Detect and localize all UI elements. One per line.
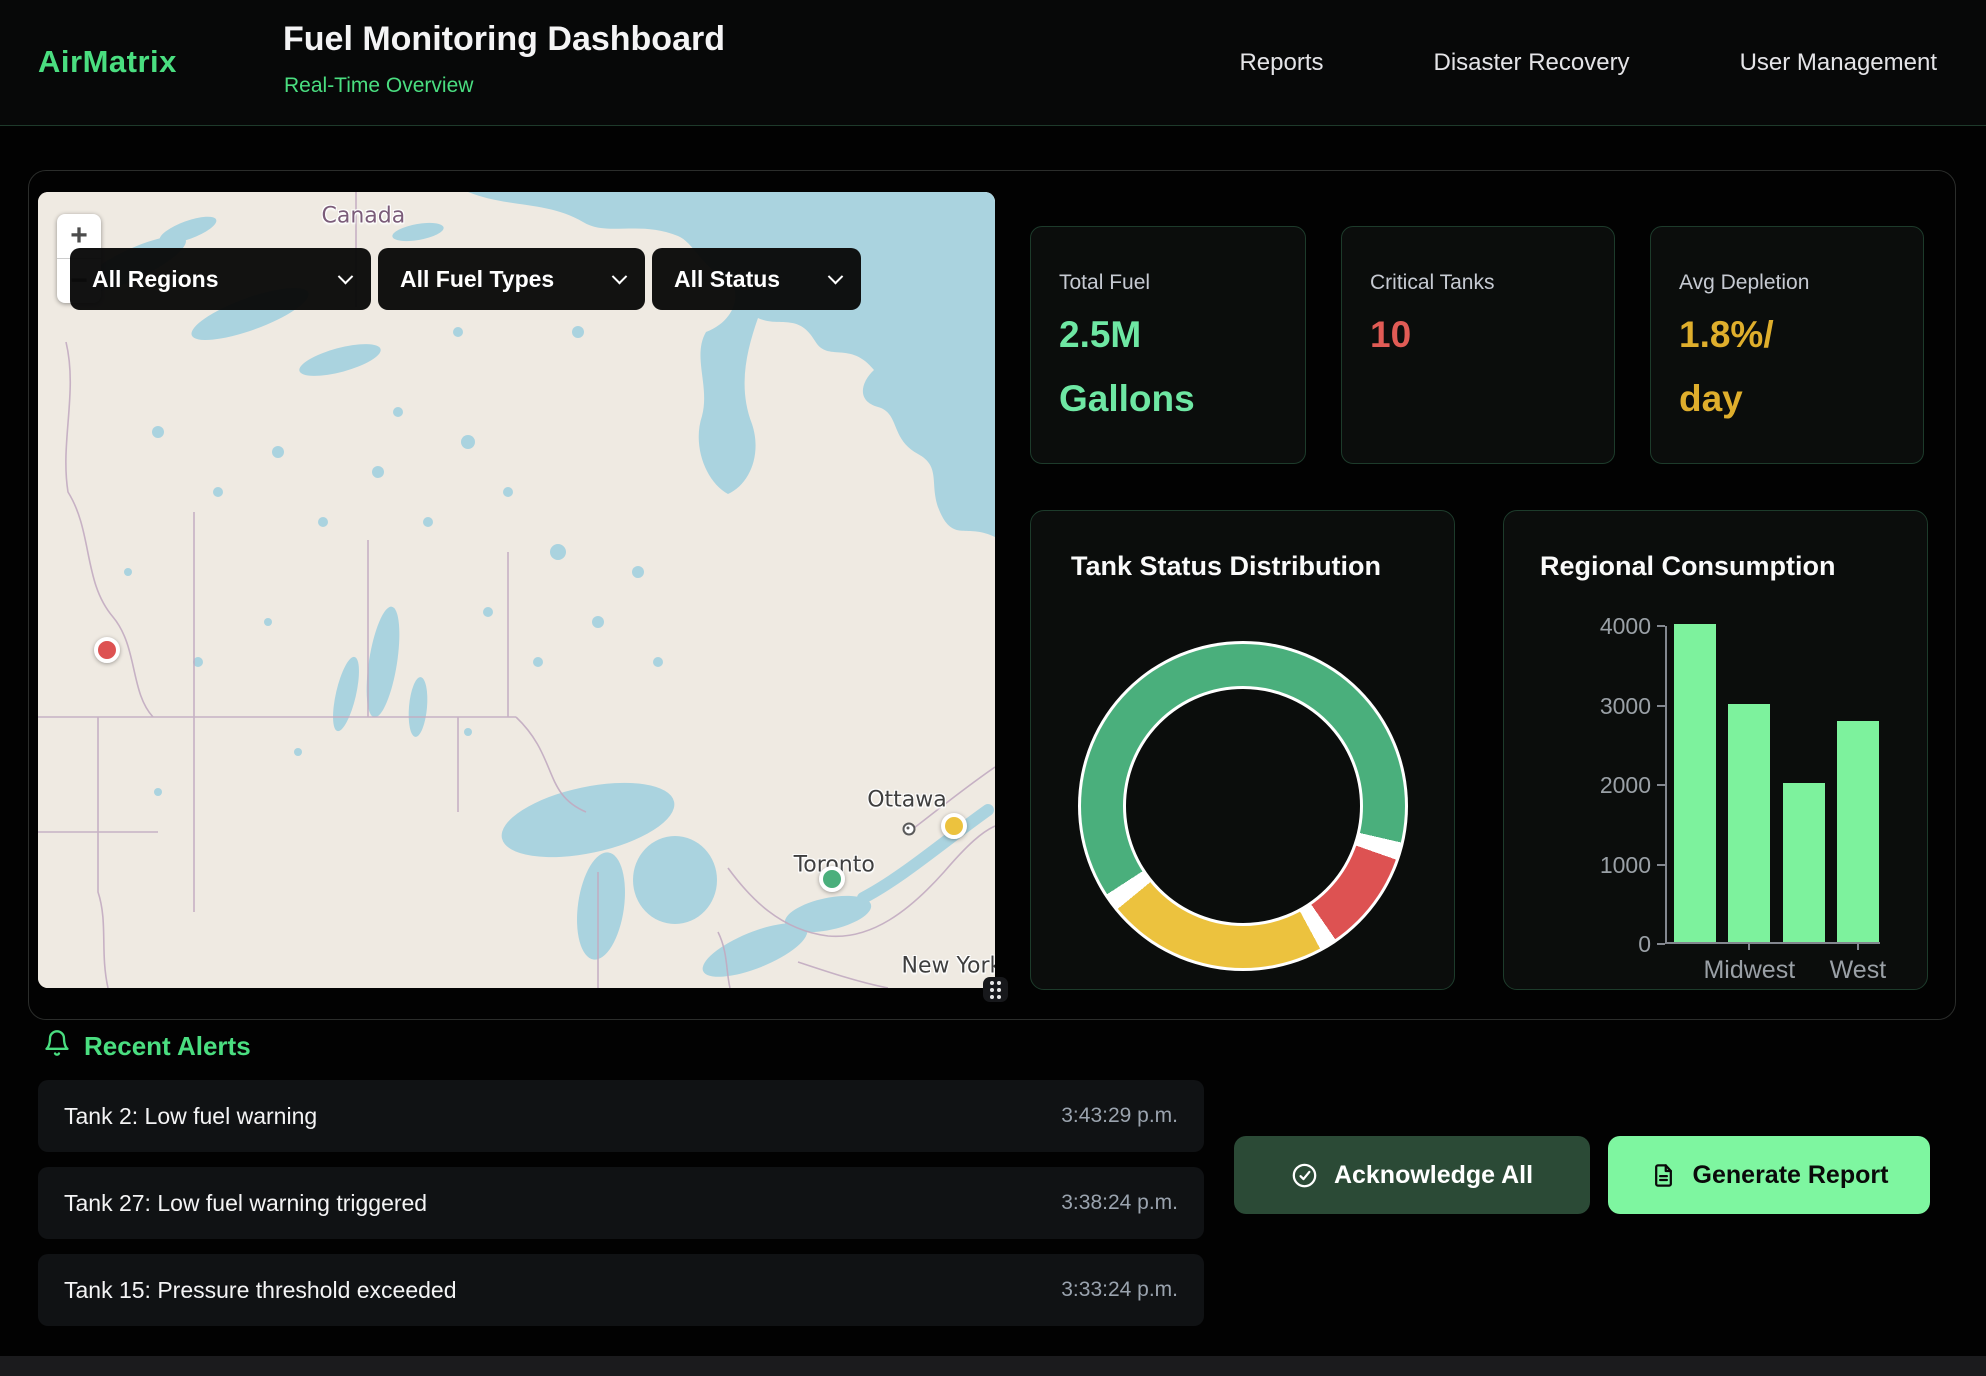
alert-row: Tank 15: Pressure threshold exceeded 3:3…	[38, 1254, 1204, 1326]
regional-consumption-bar-chart: MidwestWest01000200030004000	[1665, 626, 1880, 944]
alert-row: Tank 27: Low fuel warning triggered 3:38…	[38, 1167, 1204, 1239]
kpi-total-fuel: Total Fuel 2.5MGallons	[1030, 226, 1306, 464]
fuel-type-filter-select[interactable]: All Fuel Types	[378, 248, 645, 310]
map-label-canada: Canada	[322, 203, 406, 228]
kpi-critical-tanks: Critical Tanks 10	[1341, 226, 1615, 464]
kpi-label: Total Fuel	[1059, 271, 1150, 295]
bar-Midwest	[1728, 704, 1770, 943]
status-filter-select[interactable]: All Status	[652, 248, 861, 310]
generate-report-label: Generate Report	[1693, 1161, 1889, 1190]
page-subtitle: Real-Time Overview	[284, 74, 473, 98]
donut-hole	[1123, 686, 1363, 926]
kpi-avg-depletion: Avg Depletion 1.8%/day	[1650, 226, 1924, 464]
alert-row: Tank 2: Low fuel warning 3:43:29 p.m.	[38, 1080, 1204, 1152]
bell-icon	[43, 1029, 71, 1057]
kpi-value: 1.8%/day	[1679, 303, 1774, 431]
alert-text: Tank 2: Low fuel warning	[64, 1103, 317, 1130]
x-axis-label: Midwest	[1703, 956, 1795, 985]
alerts-heading: Recent Alerts	[84, 1031, 251, 1062]
tank-map[interactable]: Canada Ottawa Toronto New York + − All R…	[38, 192, 995, 988]
nav-disaster-recovery[interactable]: Disaster Recovery	[1434, 49, 1630, 77]
chevron-down-icon	[612, 268, 628, 284]
check-circle-icon	[1291, 1162, 1318, 1189]
bottom-bar	[0, 1356, 1986, 1376]
acknowledge-all-label: Acknowledge All	[1334, 1161, 1533, 1190]
y-axis-label: 1000	[1581, 852, 1651, 879]
bar-region-1	[1674, 624, 1716, 942]
region-filter-select[interactable]: All Regions	[70, 248, 371, 310]
tank-status-donut-chart	[1078, 641, 1408, 971]
ottawa-town-icon	[902, 822, 915, 835]
map-filters: All Regions All Fuel Types All Status	[70, 248, 861, 310]
fuel-type-filter-value: All Fuel Types	[400, 266, 554, 293]
tank-status-card: Tank Status Distribution	[1030, 510, 1455, 990]
status-filter-value: All Status	[674, 266, 780, 293]
chart-title: Regional Consumption	[1540, 551, 1835, 582]
alert-time: 3:33:24 p.m.	[1061, 1278, 1178, 1302]
kpi-value: 2.5MGallons	[1059, 303, 1195, 431]
nav-user-management[interactable]: User Management	[1740, 49, 1937, 77]
y-axis-label: 4000	[1581, 613, 1651, 640]
bar-region-3	[1783, 783, 1825, 942]
alert-time: 3:38:24 p.m.	[1061, 1191, 1178, 1215]
regional-consumption-card: Regional Consumption MidwestWest01000200…	[1503, 510, 1928, 990]
tank-marker-warning[interactable]	[941, 813, 967, 839]
chevron-down-icon	[338, 268, 354, 284]
page-title: Fuel Monitoring Dashboard	[283, 20, 725, 59]
header: AirMatrix Fuel Monitoring Dashboard Real…	[0, 0, 1986, 126]
nav-reports[interactable]: Reports	[1239, 49, 1323, 77]
kpi-label: Avg Depletion	[1679, 271, 1809, 295]
bar-West	[1837, 721, 1879, 942]
alert-text: Tank 27: Low fuel warning triggered	[64, 1190, 427, 1217]
tank-marker-normal[interactable]	[819, 866, 845, 892]
alert-time: 3:43:29 p.m.	[1061, 1104, 1178, 1128]
kpi-value: 10	[1370, 303, 1411, 367]
map-label-new-york: New York	[902, 953, 995, 978]
map-label-ottawa: Ottawa	[867, 788, 947, 813]
map-drag-handle-icon[interactable]	[983, 977, 1008, 1002]
x-axis-label: West	[1830, 956, 1887, 985]
main-nav: Reports Disaster Recovery User Managemen…	[1239, 0, 1937, 126]
brand-logo: AirMatrix	[38, 44, 177, 80]
y-axis-label: 3000	[1581, 693, 1651, 720]
y-axis-label: 2000	[1581, 772, 1651, 799]
y-axis-label: 0	[1581, 931, 1651, 958]
map-canvas[interactable]: Canada Ottawa Toronto New York	[38, 192, 995, 988]
kpi-label: Critical Tanks	[1370, 271, 1494, 295]
chart-title: Tank Status Distribution	[1071, 551, 1381, 582]
document-icon	[1650, 1162, 1677, 1189]
fuel-monitoring-dashboard: AirMatrix Fuel Monitoring Dashboard Real…	[0, 0, 1986, 1376]
region-filter-value: All Regions	[92, 266, 219, 293]
tank-marker-critical[interactable]	[94, 637, 120, 663]
chevron-down-icon	[828, 268, 844, 284]
acknowledge-all-button[interactable]: Acknowledge All	[1234, 1136, 1590, 1214]
alert-text: Tank 15: Pressure threshold exceeded	[64, 1277, 457, 1304]
generate-report-button[interactable]: Generate Report	[1608, 1136, 1930, 1214]
